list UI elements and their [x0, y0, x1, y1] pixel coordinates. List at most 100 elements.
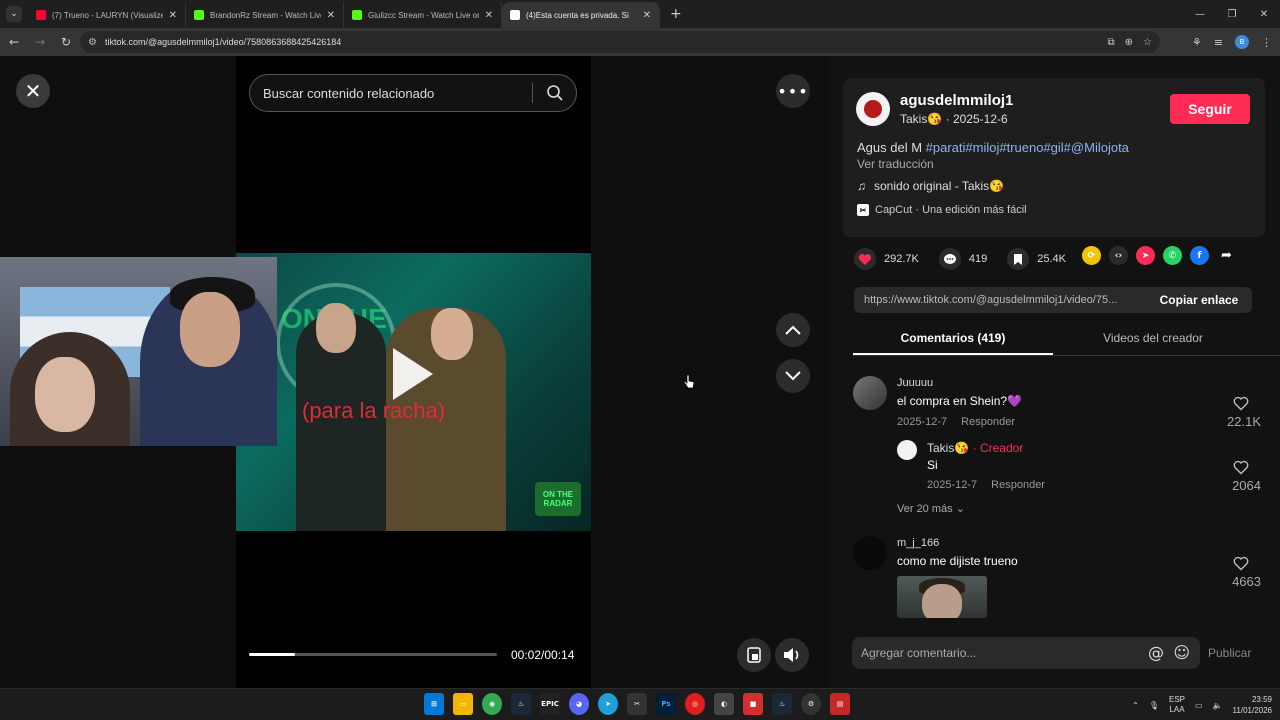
comment-input[interactable]: Agregar comentario... @ ☺ [852, 637, 1200, 669]
play-icon[interactable] [393, 348, 433, 400]
comment-like-icon[interactable] [1233, 396, 1249, 416]
share-arrow-icon[interactable]: ➦ [1217, 246, 1236, 265]
browser-tab[interactable]: (7) Trueno - LAURYN (Visualizer ✕ [28, 2, 186, 28]
close-tab-icon[interactable]: ✕ [643, 10, 651, 21]
save-action[interactable]: 25.4K [1007, 248, 1066, 270]
view-more-replies[interactable]: Ver 20 más ⌄ [897, 502, 965, 515]
like-action[interactable]: 292.7K [854, 248, 919, 270]
reply-button[interactable]: Responder [991, 479, 1045, 491]
forward-icon[interactable]: → [28, 35, 52, 49]
volume-button[interactable] [775, 638, 809, 672]
comment-like-icon[interactable] [1233, 556, 1249, 576]
capcut-taskbar-icon[interactable]: ✂ [627, 693, 647, 715]
app-icon[interactable]: ▤ [830, 693, 850, 715]
browser-tab[interactable]: Giulizcc Stream - Watch Live on ✕ [344, 2, 502, 28]
bookmark-star-icon[interactable]: ☆ [1143, 37, 1152, 48]
author-avatar[interactable] [856, 92, 890, 126]
close-video-button[interactable]: ✕ [16, 74, 50, 108]
speaker-icon[interactable]: 🔈 [1213, 701, 1223, 710]
app-icon[interactable]: ◎ [685, 693, 705, 715]
steam-icon[interactable]: ♨ [511, 693, 531, 715]
file-explorer-icon[interactable]: ▭ [453, 693, 473, 715]
close-tab-icon[interactable]: ✕ [327, 10, 335, 21]
system-clock[interactable]: 23:59 11/01/2026 [1233, 694, 1272, 716]
see-translation-link[interactable]: Ver traducción [857, 157, 934, 171]
photoshop-icon[interactable]: Ps [656, 693, 676, 715]
microphone-icon[interactable]: 🎙 [1149, 701, 1159, 710]
creator-avatar[interactable] [897, 440, 917, 460]
site-info-icon[interactable]: ⚙ [88, 37, 97, 48]
search-icon[interactable] [546, 84, 564, 105]
commenter-avatar[interactable] [853, 376, 887, 410]
browser-tab[interactable]: BrandonRz Stream - Watch Live ✕ [186, 2, 344, 28]
previous-video-button[interactable] [776, 313, 810, 347]
comment-action[interactable]: 419 [938, 248, 988, 270]
music-note-icon: ♫ [857, 179, 866, 193]
video-person-face [316, 303, 356, 353]
reply-button[interactable]: Responder [961, 416, 1015, 428]
more-options-button[interactable]: ••• [776, 74, 810, 108]
minimize-icon[interactable]: — [1184, 0, 1216, 28]
video-progress-bar[interactable] [249, 653, 497, 656]
commenter-name[interactable]: m_j_166 [897, 537, 939, 549]
comment-count: 419 [968, 253, 988, 265]
share-options: ⟳ ‹› ➤ ✆ f ➦ [1082, 246, 1236, 265]
tab-title: Giulizcc Stream - Watch Live on [368, 10, 479, 20]
menu-icon[interactable]: ⋮ [1261, 36, 1272, 49]
reply-author-name[interactable]: Takis😘 [927, 441, 969, 455]
tray-expand-icon[interactable]: ⌃ [1132, 701, 1139, 710]
address-bar[interactable]: ⚙ tiktok.com/@agusdelmmiloj1/video/75808… [80, 31, 1160, 53]
telegram-icon[interactable]: ➤ [598, 693, 618, 715]
install-icon[interactable]: ⧉ [1108, 37, 1115, 48]
language-indicator[interactable]: ESP LAA [1169, 695, 1185, 715]
tab-search-button[interactable]: ⌄ [6, 6, 22, 22]
commenter-name[interactable]: Juuuuu [897, 377, 933, 389]
app-icon[interactable]: ■ [743, 693, 763, 715]
maximize-icon[interactable]: ❐ [1216, 0, 1248, 28]
display-icon[interactable]: ▭ [1195, 701, 1203, 710]
tab-creator-videos[interactable]: Videos del creador [1053, 326, 1253, 355]
back-icon[interactable]: ← [2, 35, 26, 49]
app-icon[interactable]: ⚙ [801, 693, 821, 715]
hashtags[interactable]: #parati#miloj#trueno#gil#@Milojota [926, 140, 1129, 155]
close-tab-icon[interactable]: ✕ [485, 10, 493, 21]
reload-icon[interactable]: ↻ [54, 35, 78, 49]
media-control-icon[interactable]: ≡ [1214, 36, 1223, 49]
sound-link[interactable]: ♫ sonido original - Takis😘 [857, 179, 1004, 193]
emoji-icon[interactable]: ☺ [1173, 643, 1190, 662]
embed-icon[interactable]: ‹› [1109, 246, 1128, 265]
copy-link-button[interactable]: Copiar enlace [1146, 293, 1252, 307]
comment-placeholder: Agregar comentario... [861, 646, 977, 660]
search-input[interactable]: Buscar contenido relacionado [249, 74, 577, 112]
browser-tab-active[interactable]: (4)Esta cuenta es privada. Si ✕ [502, 2, 660, 28]
comment-image[interactable] [897, 576, 987, 618]
facebook-icon[interactable]: f [1190, 246, 1209, 265]
close-tab-icon[interactable]: ✕ [169, 10, 177, 21]
capcut-link[interactable]: ✂ CapCut · Una edición más fácil [857, 204, 1027, 216]
tab-comments[interactable]: Comentarios (419) [853, 326, 1053, 355]
steam-icon[interactable]: ♨ [772, 693, 792, 715]
comment-date: 2025-12-7 [897, 416, 948, 428]
close-window-icon[interactable]: ✕ [1248, 0, 1280, 28]
extensions-icon[interactable]: ⚘ [1192, 36, 1202, 49]
author-username[interactable]: agusdelmmiloj1 [900, 92, 1013, 109]
commenter-avatar[interactable] [853, 536, 887, 570]
obs-icon[interactable]: ◐ [714, 693, 734, 715]
whatsapp-icon[interactable]: ✆ [1163, 246, 1182, 265]
chrome-icon[interactable]: ◉ [482, 693, 502, 715]
mention-icon[interactable]: @ [1148, 643, 1164, 662]
profile-avatar[interactable]: B [1235, 35, 1249, 49]
reply-like-icon[interactable] [1233, 460, 1249, 480]
follow-button[interactable]: Seguir [1170, 94, 1250, 124]
repost-icon[interactable]: ⟳ [1082, 246, 1101, 265]
publish-button[interactable]: Publicar [1208, 646, 1251, 660]
zoom-icon[interactable]: ⊕ [1125, 37, 1133, 48]
floating-player-button[interactable] [737, 638, 771, 672]
epic-games-icon[interactable]: EPIC [540, 693, 560, 715]
next-video-button[interactable] [776, 359, 810, 393]
new-tab-button[interactable]: + [670, 6, 682, 22]
windows-start-icon[interactable]: ⊞ [424, 693, 444, 715]
discord-icon[interactable]: ◕ [569, 693, 589, 715]
share-url[interactable]: https://www.tiktok.com/@agusdelmmiloj1/v… [854, 294, 1146, 306]
send-icon[interactable]: ➤ [1136, 246, 1155, 265]
